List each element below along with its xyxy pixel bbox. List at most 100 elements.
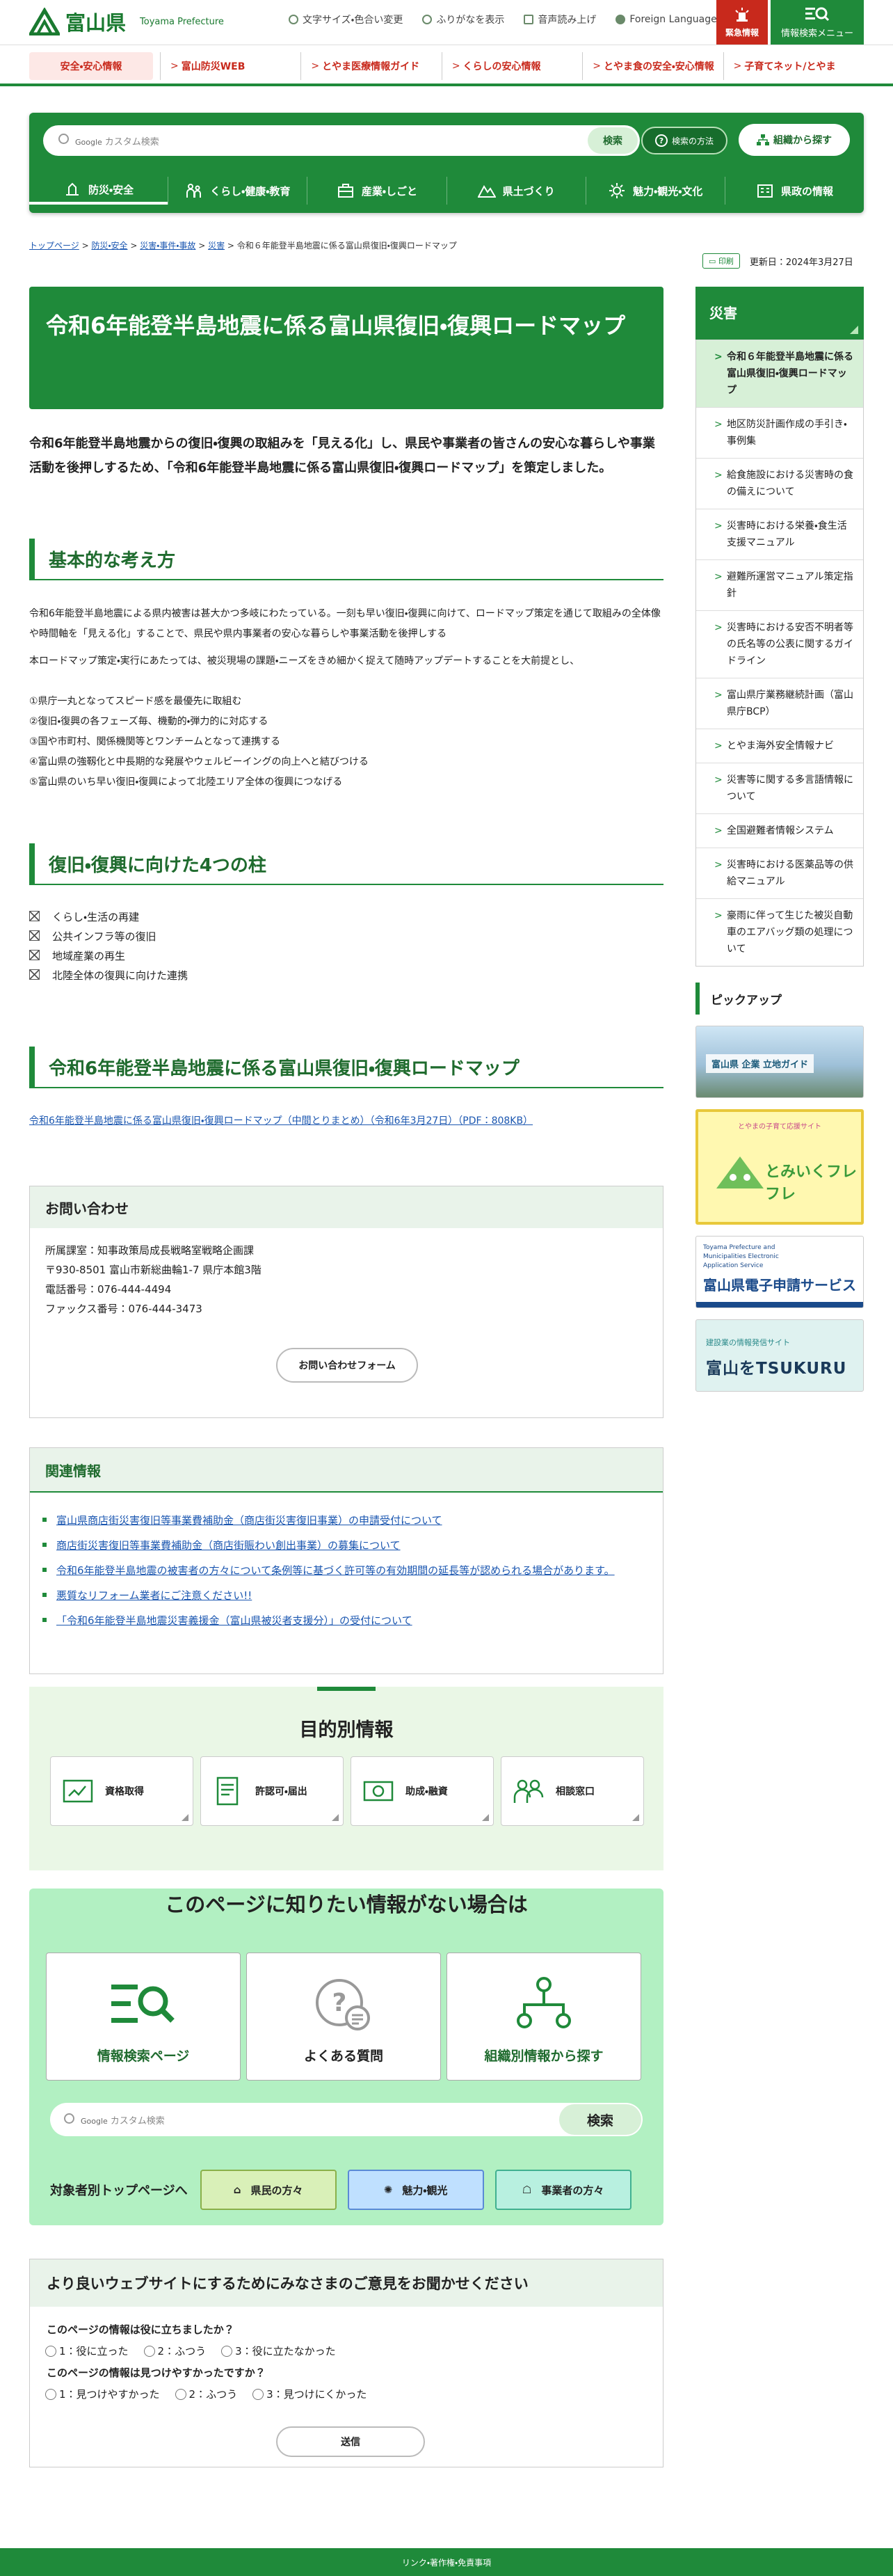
related-link[interactable]: 令和6年能登半島地震の被害者の方々について条例等に基づく許可等の有効期間の延長等… [42,1561,638,1581]
org-search-button[interactable]: 組織から探す [739,124,850,156]
survey-box: より良いウェブサイトにするためにみなさまのご意見をお聞かせください このページの… [29,2259,663,2467]
not-found-title: このページに知りたい情報がない場合は [165,1893,528,1916]
quicklink-safety[interactable]: 安全・安心情報 [29,52,153,80]
org-chart-icon [517,1977,571,2028]
breadcrumb: トップページ > 防災・安全 > 災害・事件・事故 > 災害 > 令和６年能登半… [29,241,457,251]
banner-location-guide[interactable]: 富山県 企業 立地ガイド [695,1026,864,1098]
nf-card-faq[interactable]: ? よくある質問 [246,1953,441,2081]
site-search-input[interactable]: Google カスタム検索 [43,133,588,148]
survey-q1-opt1[interactable]: 1：役に立った [45,2340,129,2362]
nav-living[interactable]: くらし・健康・教育 [168,177,307,205]
text-size-link[interactable]: 文字サイズ・色合い変更 [289,13,403,26]
nf-card-search[interactable]: 情報検索ページ [46,1953,241,2081]
quicklink-living[interactable]: くらしの安心情報 [441,52,582,80]
nf-search-button[interactable]: 検索 [559,2104,641,2135]
roadmap-pdf-link[interactable]: 令和6年能登半島地震に係る富山県復旧・復興ロードマップ（中間とりまとめ）（令和6… [29,1113,663,1127]
quicklink-bousai[interactable]: 富山防災WEB [160,52,300,80]
pillar-item: くらし・生活の再建 [29,907,663,927]
sidebar-item[interactable]: 全国避難者情報システム [696,813,863,848]
footer-links[interactable]: リンク・著作権・免責事項 [402,2557,491,2568]
survey-q2-opt2[interactable]: 2：ふつう [175,2383,238,2406]
contact-address: 〒930-8501 富山市新総曲輪1-7 県庁本館3階 [45,1264,262,1276]
pickup-title: ピックアップ [695,983,864,1015]
related-link[interactable]: 悪質なリフォーム業者にご注意ください!! [42,1586,638,1606]
search-help-button[interactable]: ? 検索の方法 [641,127,727,154]
survey-q1-opt2[interactable]: 2：ふつう [144,2340,207,2362]
sidebar-item[interactable]: 富山県庁業務継続計画（富山県庁BCP） [696,678,863,729]
sidebar-item[interactable]: 豪雨に伴って生じた被災自動車のエアバッグ類の処理について [696,898,863,966]
faq-icon: ? [316,1979,370,2030]
basic-point: ③国や市町村、関係機関等とワンチームとなって連携する [29,736,281,747]
banner-e-application[interactable]: Toyama Prefecture and Municipalities Ele… [695,1236,864,1308]
sidebar-item[interactable]: 災害等に関する多言語情報について [696,763,863,813]
breadcrumb-top[interactable]: トップページ [29,241,79,251]
sidebar-item[interactable]: 災害時における安否不明者等の氏名等の公表に関するガイドライン [696,610,863,678]
money-icon [363,1781,394,1802]
nav-industry[interactable]: 産業・しごと [307,177,446,205]
sidebar-item[interactable]: とやま海外安全情報ナビ [696,729,863,763]
sidebar-item[interactable]: 給食施設における災害時の食の備えについて [696,458,863,509]
survey-q2: このページの情報は見つけやすかったですか？ [47,2367,266,2379]
survey-submit-button[interactable]: 送信 [276,2426,425,2457]
sidebar-item[interactable]: 災害時における医薬品等の供給マニュアル [696,848,863,898]
breadcrumb-safety[interactable]: 防災・安全 [91,241,127,251]
nf-card-org[interactable]: 組織別情報から探す [447,1953,641,2081]
banner-tsukuru[interactable]: 建設業の情報発信サイト 富山をTSUKURU [695,1319,864,1392]
print-button[interactable]: ▭ 印刷 [702,253,740,269]
org-chart-icon [757,134,769,145]
banner-childcare[interactable]: とやまの子育て応援サイト とみいくフレフレ [695,1109,864,1225]
quicklink-childcare[interactable]: 子育てネット/とやま [723,52,864,80]
purpose-card-consult[interactable]: 相談窓口 [501,1756,644,1826]
banner-location-text: 富山県 企業 立地ガイド [706,1054,814,1073]
search-menu-button[interactable]: 情報検索メニュー [771,0,864,45]
nav-tourism[interactable]: 魅力・観光・文化 [585,177,725,205]
business-icon: ☖ [522,2184,532,2196]
section-roadmap-title: 令和6年能登半島地震に係る富山県復旧・復興ロードマップ [29,1047,663,1088]
audience-business[interactable]: ☖ 事業者の方々 [494,2170,631,2210]
contact-form-button[interactable]: お問い合わせフォーム [276,1348,418,1383]
pillars-list: くらし・生活の再建 公共インフラ等の復旧 地域産業の再生 北陸全体の復興に向けた… [29,907,663,985]
survey-title: より良いウェブサイトにするためにみなさまのご意見をお聞かせください [30,2259,663,2307]
audience-residents[interactable]: ⌂ 県民の方々 [200,2170,337,2210]
survey-q2-opt3[interactable]: 3：見つけにくかった [252,2383,367,2406]
sidebar-item[interactable]: 地区防災計画作成の手引き・事例集 [696,407,863,458]
sidebar-title: 災害 [695,287,864,340]
question-icon: ? [654,134,668,147]
audience-label: 対象者別トップページへ [50,2184,188,2198]
logo-english: Toyama Prefecture [140,16,224,27]
breadcrumb-incidents[interactable]: 災害・事件・事故 [140,241,195,251]
voice-reading-link[interactable]: 音声読み上げ [524,13,596,26]
nf-search-input[interactable]: Google カスタム検索 [50,2113,559,2126]
basic-point: ①県庁一丸となってスピード感を最優先に取組む [29,696,242,707]
emergency-button[interactable]: 緊急情報 [716,0,768,45]
nav-safety[interactable]: 防災・安全 [29,177,168,205]
contact-dept: 所属課室：知事政策局成長戦略室戦略企画課 [45,1244,255,1257]
nav-landscape[interactable]: 県土づくり [446,177,586,205]
related-link[interactable]: 富山県商店街災害復旧等事業費補助金（商店街災害復旧事業）の申請受付について [42,1511,638,1531]
furigana-link[interactable]: ふりがなを表示 [422,13,504,26]
nav-government[interactable]: 県政の情報 [724,177,864,205]
quicklink-medical[interactable]: とやま医療情報ガイド [300,52,441,80]
contact-tel: 電話番号：076-444-4494 [45,1283,172,1296]
sidebar-item[interactable]: 令和６年能登半島地震に係る富山県復旧・復興ロードマップ [696,340,863,407]
contact-title: お問い合わせ [30,1186,663,1228]
sidebar-item[interactable]: 避難所運営マニュアル策定指針 [696,559,863,610]
site-logo[interactable]: 富山県 Toyama Prefecture [29,7,224,36]
purpose-card-subsidy[interactable]: 助成・融資 [351,1756,494,1826]
purpose-card-permit[interactable]: 許認可・届出 [200,1756,344,1826]
audience-tourism[interactable]: ✺ 魅力・観光 [347,2170,484,2210]
survey-q2-opt1[interactable]: 1：見つけやすかった [45,2383,160,2406]
related-link[interactable]: 「令和6年能登半島地震災害義援金（富山県被災者支援分）」の受付について [42,1611,638,1631]
sidebar-item[interactable]: 災害時における栄養・食生活支援マニュアル [696,509,863,559]
tourism-icon: ✺ [383,2184,393,2196]
related-info-box: 関連情報 富山県商店街災害復旧等事業費補助金（商店街災害復旧事業）の申請受付につ… [29,1447,663,1674]
basic-paragraph-1: 令和6年能登半島地震による県内被害は甚大かつ多岐にわたっている。一刻も早い復旧・… [29,608,661,639]
quicklink-food[interactable]: とやま食の安全・安心情報 [582,52,723,80]
foreign-language-link[interactable]: Foreign Language [616,13,717,26]
survey-q1-opt3[interactable]: 3：役に立たなかった [221,2340,336,2362]
site-search-button[interactable]: 検索 [588,127,638,154]
purpose-title: 目的別情報 [299,1719,394,1741]
purpose-card-license[interactable]: 資格取得 [50,1756,193,1826]
related-link[interactable]: 商店街災害復旧等事業費補助金（商店街賑わい創出事業）の募集について [42,1536,638,1556]
breadcrumb-disaster[interactable]: 災害 [208,241,225,251]
